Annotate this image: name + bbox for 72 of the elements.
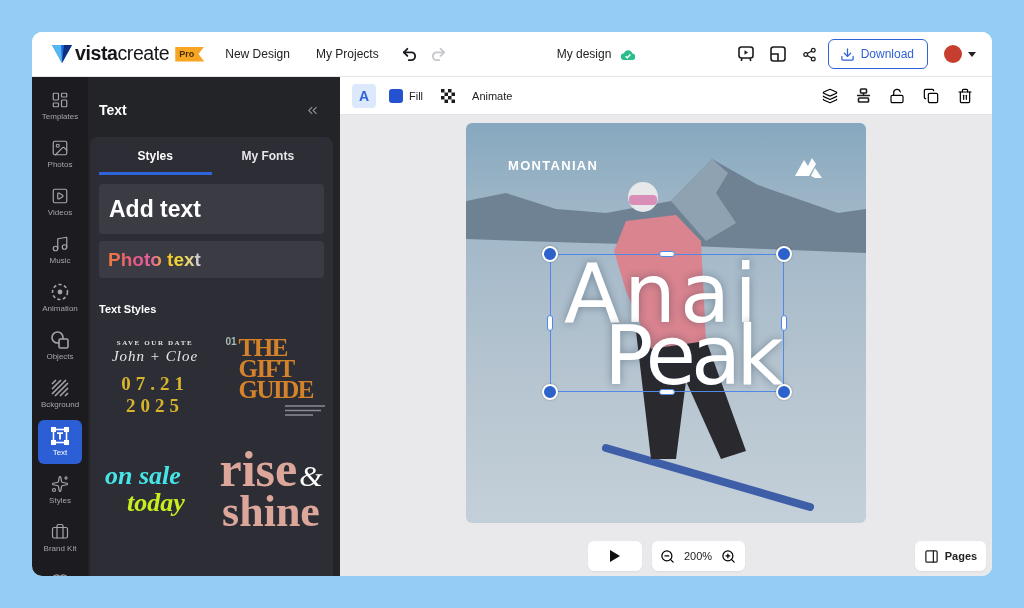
animate-link[interactable]: Animate <box>472 89 513 102</box>
preset-date-text[interactable]: 2025 <box>126 396 184 415</box>
preset-ampersand-text[interactable]: & <box>299 461 323 489</box>
zoom-out-icon[interactable] <box>659 548 675 564</box>
brand-logo-icon <box>795 156 822 178</box>
document-title[interactable]: My design <box>556 47 612 61</box>
color-swatch-icon[interactable] <box>389 88 403 103</box>
sidebar-tab[interactable]: Text <box>38 420 82 464</box>
zoom-level: 200% <box>683 550 713 562</box>
resize-handle[interactable] <box>547 315 553 331</box>
layout-grid-icon <box>51 91 69 109</box>
align-center-icon[interactable] <box>856 88 871 103</box>
dashed-circle-icon <box>51 283 69 301</box>
sidebar-tab[interactable]: Animation <box>38 276 82 320</box>
panel-tab[interactable]: Styles <box>99 137 212 175</box>
sidebar-tab[interactable]: Brand Kit <box>38 516 82 560</box>
undo-icon[interactable] <box>400 45 418 63</box>
play-icon <box>609 550 620 562</box>
logo-icon <box>52 45 72 63</box>
share-icon[interactable] <box>801 46 817 62</box>
preset-script-text[interactable]: on sale <box>105 461 181 489</box>
panel-tab[interactable]: My Fonts <box>211 137 324 175</box>
text-frame-icon <box>51 427 69 445</box>
preset-title-text[interactable]: THE GIFT GUIDE <box>238 337 317 400</box>
trash-icon[interactable] <box>957 87 973 104</box>
panel-title: Text <box>99 102 127 118</box>
preset-title-text[interactable]: shine <box>222 491 320 532</box>
avatar[interactable] <box>944 45 962 63</box>
nav-link[interactable]: My Projects <box>315 47 379 61</box>
add-text-button[interactable]: Add text <box>99 184 324 234</box>
sparkle-icon <box>51 475 69 493</box>
sidebar-tab[interactable]: Styles <box>38 468 82 512</box>
music-note-icon <box>51 235 69 253</box>
download-button[interactable]: Download <box>827 39 928 69</box>
caret-icon[interactable] <box>968 51 976 57</box>
unlock-icon[interactable] <box>889 87 905 104</box>
text-color-button[interactable]: A <box>352 83 376 108</box>
resize-icon[interactable] <box>769 46 786 62</box>
preset-script-text[interactable]: John + Cloe <box>111 348 199 365</box>
sidebar-tab[interactable]: Bckground <box>38 372 82 416</box>
pro-badge: Pro <box>175 46 205 62</box>
preset-date-text[interactable]: 07.21 <box>121 374 189 393</box>
sidebar-tab[interactable]: Photos <box>38 132 82 176</box>
stripes-icon <box>51 379 69 397</box>
preset-title-text[interactable]: rise <box>219 446 298 492</box>
photo-text-button[interactable]: Photo text <box>99 241 324 278</box>
preset-script-text[interactable]: today <box>127 489 185 517</box>
layers-icon[interactable] <box>822 87 838 104</box>
play-button[interactable] <box>587 541 642 571</box>
checkerboard-icon[interactable] <box>441 88 456 103</box>
zoom-in-icon[interactable] <box>721 548 737 564</box>
sidebar-tab[interactable]: Objects <box>38 324 82 368</box>
play-square-icon <box>51 187 69 205</box>
fine-print-drawing <box>285 405 325 417</box>
resize-handle[interactable] <box>781 315 787 331</box>
nav-link[interactable]: New Design <box>225 47 290 61</box>
logo-wordmark: vistacreate <box>75 44 170 64</box>
sidebar-tab[interactable]: Videos <box>38 180 82 224</box>
presentation-icon[interactable] <box>737 46 754 62</box>
duplicate-icon[interactable] <box>923 87 939 104</box>
sidebar-tab[interactable]: Templates <box>38 84 82 128</box>
shapes-icon <box>51 331 69 349</box>
panel-icon <box>923 548 939 564</box>
download-icon <box>839 46 855 62</box>
sidebar-tab[interactable]: Music <box>38 228 82 272</box>
image-icon <box>51 139 69 157</box>
pages-button[interactable]: Pages <box>915 541 986 571</box>
heart-icon[interactable] <box>51 572 69 576</box>
briefcase-icon <box>51 523 69 541</box>
preset-number-text[interactable]: 01 <box>225 337 237 347</box>
section-title: Text Styles <box>99 303 158 315</box>
fill-label[interactable]: Fill <box>409 89 424 102</box>
